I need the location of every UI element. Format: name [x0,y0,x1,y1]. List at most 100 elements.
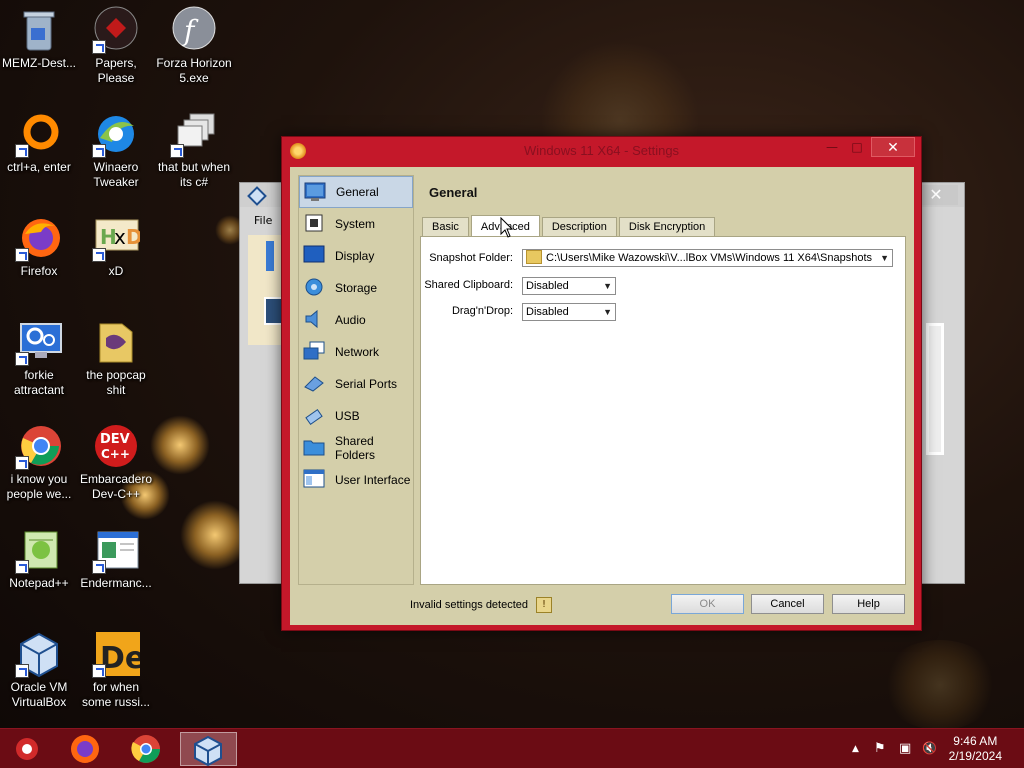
drag-drop-label: Drag'n'Drop: [451,305,513,317]
desktop-icon-notepadpp[interactable]: Notepad++ [0,526,78,591]
desktop-icon-label: ctrl+a, enter [7,160,71,174]
maximize-button[interactable]: □ [845,137,869,157]
shortcut-arrow-icon [170,144,184,158]
hxd-icon: HxD [92,214,143,262]
desktop-icon-label: the popcap shit [86,368,146,397]
desktop-icon-forkie[interactable]: forkie attractant [0,318,78,398]
firefox-icon [15,214,63,262]
category-user-interface[interactable]: User Interface [299,464,413,496]
desktop-icon-forza[interactable]: f Forza Horizon 5.exe [155,6,233,86]
devcpp-icon: DEV C++ [92,422,140,470]
shortcut-arrow-icon [92,248,106,262]
shortcut-arrow-icon [15,352,29,366]
desktop-icon-label: Papers, Please [95,56,137,85]
category-audio[interactable]: Audio [299,304,413,336]
desktop-icon-de[interactable]: De for when some russi... [77,630,155,710]
desktop-icon-popcap[interactable]: the popcap shit [77,318,155,398]
volume-muted-icon[interactable]: 🔇 [922,741,937,755]
tools-icon [266,241,274,271]
desktop-icon-endermanch[interactable]: Endermanc... [77,526,155,591]
shortcut-arrow-icon [92,664,106,678]
ok-button[interactable]: OK [671,594,744,614]
taskbar-chrome[interactable] [121,732,171,766]
desktop-icon-hxd[interactable]: HxD xD [77,214,155,279]
desktop-icon-firefox[interactable]: Firefox [0,214,78,279]
category-shared-folders[interactable]: Shared Folders [299,432,413,464]
de-icon: De [92,630,145,678]
virtualbox-icon [194,735,222,767]
action-center-flag-icon[interactable]: ⚑ [874,741,886,756]
invalid-settings-text: Invalid settings detected [410,599,529,611]
dialog-titlebar[interactable]: Windows 11 X64 - Settings — □ ✕ [282,137,921,165]
desktop-icon-label: Forza Horizon 5.exe [156,56,232,85]
shortcut-arrow-icon [15,560,29,574]
shortcut-arrow-icon [15,456,29,470]
cancel-button[interactable]: Cancel [751,594,824,614]
usb-icon [303,405,325,425]
desktop-icon-label: Embarcadero Dev-C++ [79,472,153,501]
show-hidden-icons-chevron[interactable]: ▲ [852,744,859,754]
svg-text:De: De [100,641,140,676]
display-icon [303,245,325,265]
desktop-icon-virtualbox[interactable]: Oracle VM VirtualBox [0,630,78,710]
desktop-icon-label: xD [108,264,124,278]
help-button[interactable]: Help [832,594,905,614]
category-serial-ports[interactable]: Serial Ports [299,368,413,400]
window-doc-icon [92,526,140,574]
desktop-icon-label: for when some russi... [81,680,150,709]
dialog-body: General System Display Storage Audio Net… [290,167,914,625]
category-system[interactable]: System [299,208,413,240]
chrome-icon [131,735,160,763]
desktop-icon-winaero[interactable]: Winaero Tweaker [77,110,155,190]
taskbar-clock[interactable]: 9:46 AM 2/19/2024 [949,734,1002,764]
desktop-icon-memz[interactable]: MEMZ-Dest... [0,6,78,71]
minimize-button[interactable]: — [819,137,845,157]
desktop-icon-csharp[interactable]: that but when its c# [155,110,233,190]
clock-time: 9:46 AM [953,734,998,748]
shortcut-arrow-icon [15,248,29,262]
category-general[interactable]: General [299,176,413,208]
general-icon [304,182,326,202]
desktop-icon-label: Firefox [20,264,58,278]
tab-basic[interactable]: Basic [422,217,469,237]
manager-preview-panel [926,323,944,455]
chevron-down-icon: ▼ [880,253,889,263]
category-display[interactable]: Display [299,240,413,272]
category-storage[interactable]: Storage [299,272,413,304]
desktop-icon-papers-please[interactable]: Papers, Please [77,6,155,86]
svg-text:C++: C++ [101,447,130,461]
taskbar-firefox[interactable] [60,732,110,766]
orange-ring-icon [15,110,63,158]
winaero-icon [92,110,140,158]
category-label: General [336,185,379,199]
network-icon[interactable]: ▣ [899,741,911,756]
category-usb[interactable]: USB [299,400,413,432]
desktop-icon-ctrl-a[interactable]: ctrl+a, enter [0,110,78,175]
desktop-icon-chrome[interactable]: i know you people we... [0,422,78,502]
tab-disk-encryption[interactable]: Disk Encryption [618,217,716,237]
desktop-icon-devcpp[interactable]: DEV C++ Embarcadero Dev-C++ [77,422,155,502]
category-list: General System Display Storage Audio Net… [298,175,414,585]
category-network[interactable]: Network [299,336,413,368]
snapshot-folder-select[interactable]: C:\Users\Mike Wazowski\V...lBox VMs\Wind… [522,249,893,267]
warning-icon[interactable]: ! [536,597,552,613]
settings-dialog: Windows 11 X64 - Settings — □ ✕ General … [281,136,922,631]
svg-text:x: x [114,225,126,249]
mouse-cursor-icon [500,217,514,238]
shortcut-arrow-icon [15,664,29,678]
shared-clipboard-select[interactable]: Disabled ▼ [522,277,616,295]
category-label: Network [335,345,380,359]
user-interface-icon [303,469,325,489]
taskbar-memz[interactable] [2,732,52,766]
memz-icon [16,738,38,760]
shared-clipboard-label: Shared Clipboard: [424,279,513,291]
folder-icon [92,318,140,366]
desktop-icon-label: Notepad++ [9,576,69,590]
svg-text:D: D [126,225,140,249]
tab-description[interactable]: Description [541,217,617,237]
category-label: System [335,217,376,231]
shortcut-arrow-icon [92,144,106,158]
taskbar-virtualbox[interactable] [180,732,237,767]
close-button[interactable]: ✕ [871,137,915,157]
drag-drop-select[interactable]: Disabled ▼ [522,303,616,321]
